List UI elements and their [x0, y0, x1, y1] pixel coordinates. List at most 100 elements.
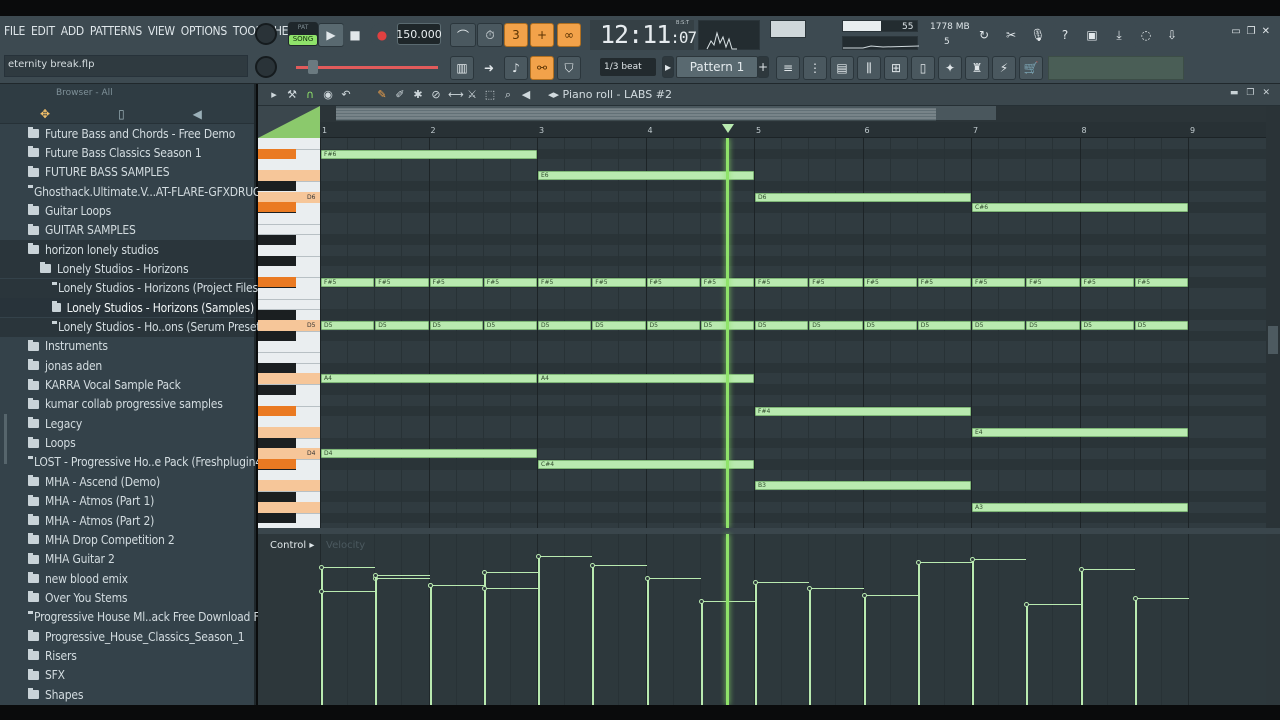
menu-file[interactable]: FILE — [4, 24, 25, 44]
help-icon[interactable]: ? — [1053, 23, 1077, 47]
browser-item[interactable]: Lonely Studios - Horizons (Samples) — [0, 298, 254, 318]
pattern-selector[interactable]: Pattern 1 — [676, 56, 758, 78]
velocity-stem[interactable] — [646, 578, 649, 705]
plug-icon[interactable]: ⚡ — [992, 56, 1016, 80]
browser-item[interactable]: KARRA Vocal Sample Pack — [0, 376, 254, 395]
loop-record-icon[interactable]: ∞ — [557, 23, 581, 47]
snap-selector[interactable]: 1/3 beat — [600, 58, 656, 76]
pencil-icon[interactable]: ✎ — [376, 88, 388, 102]
note[interactable]: D5 — [592, 320, 646, 330]
browser-scrollbar[interactable] — [4, 414, 7, 464]
browser-item[interactable]: jonas aden — [0, 356, 254, 375]
note[interactable]: F#5 — [917, 278, 971, 288]
vertical-scroll-thumb[interactable] — [1268, 326, 1278, 354]
browser-item[interactable]: MHA Drop Competition 2 — [0, 530, 254, 549]
piano-icon[interactable]: ▤ — [830, 56, 854, 80]
wrench-icon[interactable]: ⚒ — [286, 88, 298, 102]
undo-icon[interactable]: ↻ — [972, 23, 996, 47]
velocity-handle[interactable] — [1078, 566, 1084, 572]
browser-item[interactable]: MHA - Atmos (Part 2) — [0, 511, 254, 530]
black-key[interactable] — [258, 234, 296, 245]
browser-item[interactable]: Legacy — [0, 414, 254, 433]
zoom-icon[interactable]: ⌕ — [502, 88, 514, 102]
menu-options[interactable]: OPTIONS — [181, 24, 227, 44]
black-key[interactable] — [258, 256, 296, 267]
velocity-handle[interactable] — [481, 569, 487, 575]
velocity-stem[interactable] — [917, 562, 920, 705]
velocity-handle[interactable] — [1024, 602, 1030, 608]
playback-icon[interactable]: ◀ — [520, 88, 532, 102]
browser-item[interactable]: new blood emix — [0, 569, 254, 588]
black-key[interactable] — [258, 309, 296, 320]
close-icon[interactable]: ✕ — [1262, 26, 1270, 37]
note[interactable]: A3 — [972, 502, 1188, 512]
blend-notes-icon[interactable]: + — [530, 23, 554, 47]
vertical-scrollbar[interactable] — [1266, 106, 1280, 528]
browser-item[interactable]: SFX — [0, 666, 254, 685]
velocity-stem[interactable] — [1134, 597, 1137, 705]
black-key[interactable] — [258, 438, 296, 449]
restore-icon[interactable]: ❐ — [1247, 26, 1256, 37]
browser-item[interactable]: Loops — [0, 434, 254, 453]
plugin-icon[interactable]: ⊞ — [884, 56, 908, 80]
note[interactable]: D5 — [375, 320, 429, 330]
note[interactable]: F#5 — [321, 278, 375, 288]
wait-for-input-icon[interactable]: ⏱ — [477, 23, 503, 47]
note[interactable]: A4 — [321, 374, 537, 384]
browser-item[interactable]: MHA Guitar 2 — [0, 550, 254, 569]
note[interactable]: F#5 — [483, 278, 537, 288]
note[interactable]: D5 — [809, 320, 863, 330]
browser-item[interactable]: Instruments — [0, 337, 254, 356]
menu-view[interactable]: VIEW — [148, 24, 175, 44]
note[interactable]: D5 — [1080, 320, 1134, 330]
velocity-stem[interactable] — [863, 594, 866, 705]
velocity-handle[interactable] — [861, 592, 867, 598]
overview-scrollbar[interactable] — [336, 106, 996, 121]
velocity-handle[interactable] — [807, 586, 813, 592]
magnet-icon[interactable]: ∩ — [304, 88, 316, 102]
velocity-handle[interactable] — [481, 586, 487, 592]
black-key[interactable] — [258, 181, 296, 192]
play-button[interactable]: ▶ — [318, 23, 344, 47]
stamp-icon[interactable]: ⛉ — [557, 56, 581, 80]
browser-item[interactable]: kumar collab progressive samples — [0, 395, 254, 414]
browser-item[interactable]: MHA - Ascend (Demo) — [0, 472, 254, 491]
active-key[interactable] — [258, 426, 320, 438]
browser-item[interactable]: LOST - Progressive Ho..e Pack (Freshplug… — [0, 453, 273, 472]
note[interactable]: D5 — [755, 320, 809, 330]
browser-item[interactable]: Lonely Studios - Horizons — [0, 259, 254, 279]
velocity-stem[interactable] — [429, 584, 432, 705]
velocity-handle[interactable] — [427, 582, 433, 588]
note[interactable]: D5 — [321, 320, 375, 330]
black-key[interactable] — [258, 491, 296, 502]
browser-item[interactable]: MHA - Atmos (Part 1) — [0, 492, 254, 511]
playhead[interactable] — [725, 138, 729, 528]
note[interactable]: F#5 — [972, 278, 1026, 288]
velocity-lane[interactable] — [319, 534, 1266, 705]
note[interactable]: D5 — [483, 320, 537, 330]
browser-item[interactable]: Lonely Studios - Horizons (Project Files… — [0, 278, 262, 298]
stop-button[interactable]: ■ — [343, 23, 367, 47]
velocity-stem[interactable] — [755, 581, 757, 705]
cut-icon[interactable]: ✂ — [999, 23, 1023, 47]
velocity-handle[interactable] — [590, 563, 596, 569]
browser-item[interactable]: Future Bass Classics Season 1 — [0, 143, 254, 162]
velocity-stem[interactable] — [483, 588, 486, 705]
delete-tool-icon[interactable]: ✱ — [412, 88, 424, 102]
browser-item[interactable]: Progressive House Ml..ack Free Download … — [0, 608, 272, 627]
menu-add[interactable]: ADD — [61, 24, 84, 44]
master-volume-knob[interactable] — [255, 23, 277, 45]
note[interactable]: D5 — [863, 320, 917, 330]
note[interactable]: F#5 — [809, 278, 863, 288]
tuner-icon[interactable]: ♜ — [965, 56, 989, 80]
note[interactable]: D5 — [429, 320, 483, 330]
record-icon[interactable]: ◉ — [322, 88, 334, 102]
active-key[interactable] — [258, 202, 296, 213]
browser-item[interactable]: Guitar Loops — [0, 201, 254, 220]
microphone-icon[interactable]: 🎙 — [1026, 23, 1050, 47]
active-key[interactable] — [258, 405, 296, 416]
select-icon[interactable]: ⬚ — [484, 88, 496, 102]
active-key[interactable] — [258, 501, 320, 513]
velocity-handle[interactable] — [698, 599, 704, 605]
slice-icon[interactable]: ⚔ — [466, 88, 478, 102]
